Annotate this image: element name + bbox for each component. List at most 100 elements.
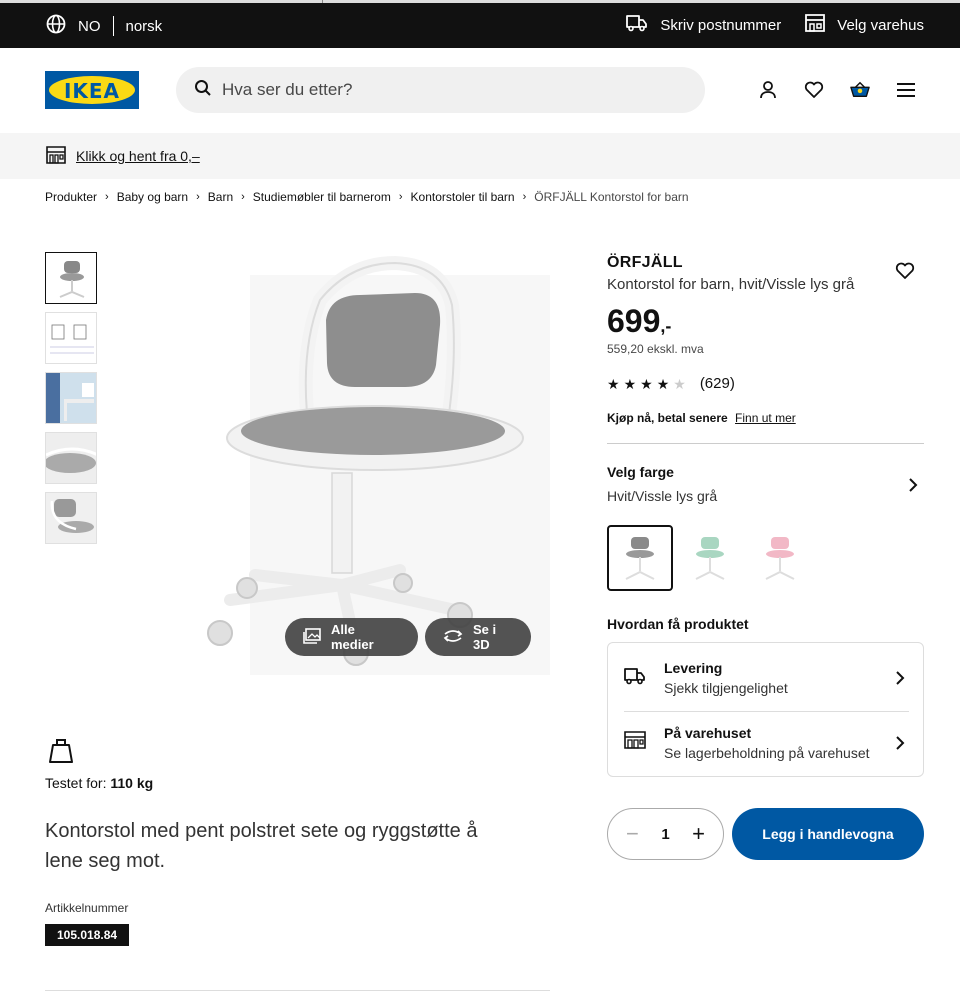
swatch-green[interactable] xyxy=(677,525,743,591)
postcode-label: Skriv postnummer xyxy=(660,16,782,34)
product-price: 699,- xyxy=(607,303,925,340)
tested-value: 110 kg xyxy=(110,775,154,791)
thumbnail-4[interactable] xyxy=(45,432,97,484)
delivery-option-subtitle: Se lagerbeholdning på varehuset xyxy=(664,744,870,761)
delivery-option-store[interactable]: På varehuset Se lagerbeholdning på vareh… xyxy=(624,711,909,773)
breadcrumb: Produkter › Baby og barn › Barn › Studie… xyxy=(45,190,689,204)
language-name: norsk xyxy=(125,17,163,35)
divider xyxy=(322,0,323,3)
click-collect-banner: Klikk og hent fra 0,– xyxy=(0,133,960,179)
product-rating[interactable]: ★ ★ ★ ★ ★ (629) xyxy=(607,375,735,392)
quantity-value[interactable]: 1 xyxy=(661,826,669,843)
weight-icon xyxy=(48,738,74,769)
rotate-3d-icon xyxy=(443,628,463,647)
color-swatches xyxy=(607,525,813,591)
language-separator xyxy=(112,16,114,36)
chevron-right-icon: › xyxy=(196,191,200,203)
thumbnail-2[interactable] xyxy=(45,312,97,364)
delivery-option-title: På varehuset xyxy=(664,724,752,741)
chevron-right-icon xyxy=(908,478,918,497)
truck-icon xyxy=(626,14,648,36)
store-icon xyxy=(624,731,646,754)
search-input[interactable] xyxy=(222,80,642,100)
delivery-option-home[interactable]: Levering Sjekk tilgjengelighet xyxy=(624,647,909,709)
product-description: Kontorstol for barn, hvit/Vissle lys grå xyxy=(607,276,855,293)
color-title: Velg farge xyxy=(607,464,674,480)
delivery-options: Levering Sjekk tilgjengelighet På varehu… xyxy=(607,642,924,777)
view-3d-label: Se i 3D xyxy=(473,622,497,652)
favourite-icon[interactable] xyxy=(895,262,915,285)
delivery-title: Hvordan få produktet xyxy=(607,616,749,632)
star-icon: ★ xyxy=(623,375,637,392)
thumbnail-3[interactable] xyxy=(45,372,97,424)
heart-icon[interactable] xyxy=(804,78,824,102)
click-collect-link[interactable]: Klikk og hent fra 0,– xyxy=(76,148,200,164)
cart-icon[interactable] xyxy=(850,78,870,102)
chevron-right-icon xyxy=(895,736,905,755)
breadcrumb-current: ÖRFJÄLL Kontorstol for barn xyxy=(534,190,689,204)
thumbnail-list xyxy=(45,252,97,552)
color-selector[interactable]: Velg farge Hvit/Vissle lys grå xyxy=(607,464,924,504)
all-media-label: Alle medier xyxy=(331,622,374,652)
chevron-right-icon: › xyxy=(105,191,109,203)
thumbnail-1[interactable] xyxy=(45,252,97,304)
globe-icon xyxy=(46,14,66,38)
main-header: IKEA xyxy=(0,48,960,133)
star-icon: ★ xyxy=(656,375,670,392)
delivery-option-title: Levering xyxy=(664,660,723,676)
menu-icon[interactable] xyxy=(896,78,916,102)
breadcrumb-item[interactable]: Kontorstoler til barn xyxy=(411,190,515,204)
pay-later-info: Kjøp nå, betal senere Finn ut mer xyxy=(607,411,796,425)
article-number-label: Artikkelnummer xyxy=(45,901,129,915)
chevron-right-icon: › xyxy=(522,191,527,203)
postcode-button[interactable]: Skriv postnummer xyxy=(626,14,781,36)
chevron-right-icon: › xyxy=(398,191,403,203)
price-value: 699 xyxy=(607,303,661,339)
article-number[interactable]: 105.018.84 xyxy=(45,924,130,946)
logo-text: IKEA xyxy=(63,79,121,103)
chevron-right-icon xyxy=(895,671,905,690)
pay-later-link[interactable]: Finn ut mer xyxy=(735,411,796,425)
language-selector[interactable]: NO norsk xyxy=(46,14,162,38)
store-button[interactable]: Velg varehus xyxy=(805,14,924,36)
top-bar: NO norsk Skriv postnummer Velg varehus xyxy=(0,0,960,48)
search-bar[interactable] xyxy=(176,67,705,113)
add-to-cart-button[interactable]: Legg i handlevogna xyxy=(732,808,924,860)
breadcrumb-item[interactable]: Baby og barn xyxy=(117,190,188,204)
quantity-stepper: − 1 + xyxy=(607,808,724,860)
divider xyxy=(607,443,924,444)
tested-label: Testet for: xyxy=(45,775,107,791)
swatch-grey[interactable] xyxy=(607,525,673,591)
store-icon xyxy=(46,145,66,167)
product-info: ÖRFJÄLL Kontorstol for barn, hvit/Vissle… xyxy=(607,254,925,356)
star-icon: ★ xyxy=(607,375,620,392)
view-3d-button[interactable]: Se i 3D xyxy=(425,618,531,656)
chevron-right-icon: › xyxy=(241,191,245,203)
product-name: ÖRFJÄLL xyxy=(607,254,683,271)
store-icon xyxy=(805,14,826,36)
plus-icon[interactable]: + xyxy=(692,821,705,847)
ikea-logo[interactable]: IKEA xyxy=(45,71,139,109)
pay-later-text: Kjøp nå, betal senere xyxy=(607,411,728,425)
minus-icon[interactable]: − xyxy=(626,821,639,847)
star-empty-icon: ★ xyxy=(673,375,686,392)
breadcrumb-item[interactable]: Produkter xyxy=(45,190,97,204)
delivery-option-subtitle: Sjekk tilgjengelighet xyxy=(664,680,788,696)
product-long-description: Kontorstol med pent polstret sete og ryg… xyxy=(45,820,478,872)
all-media-button[interactable]: Alle medier xyxy=(285,618,418,656)
breadcrumb-item[interactable]: Barn xyxy=(208,190,233,204)
tested-weight: Testet for: 110 kg xyxy=(45,775,153,791)
user-icon[interactable] xyxy=(758,78,778,102)
thumbnail-5[interactable] xyxy=(45,492,97,544)
language-code: NO xyxy=(78,17,101,35)
store-label: Velg varehus xyxy=(837,16,924,34)
breadcrumb-item[interactable]: Studiemøbler til barnerom xyxy=(253,190,391,204)
price-ex-vat: 559,20 ekskl. mva xyxy=(607,342,704,356)
truck-icon xyxy=(624,667,646,690)
rating-count: (629) xyxy=(699,375,735,392)
gallery-icon xyxy=(303,627,321,647)
divider xyxy=(45,990,550,991)
star-icon: ★ xyxy=(640,375,653,392)
color-value: Hvit/Vissle lys grå xyxy=(607,488,718,504)
swatch-pink[interactable] xyxy=(747,525,813,591)
